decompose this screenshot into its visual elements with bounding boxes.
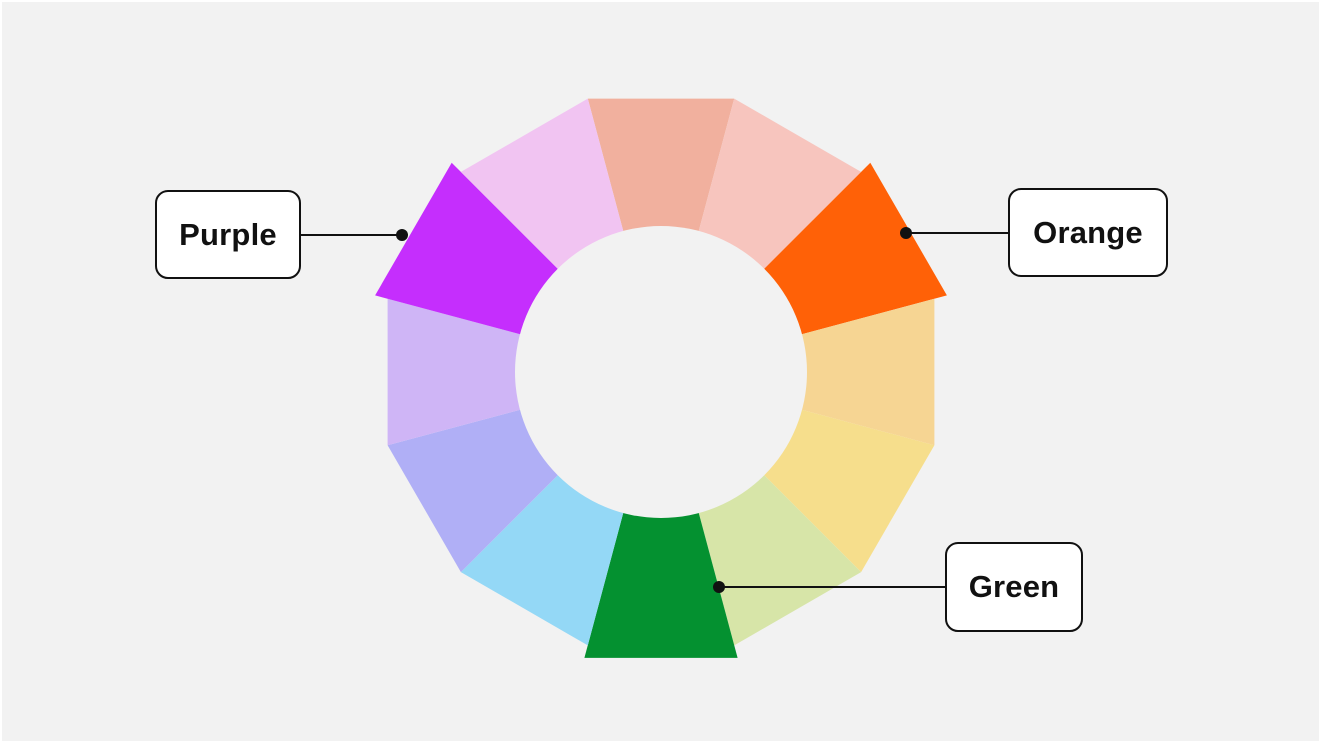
callout-line-purple xyxy=(301,229,408,241)
color-wheel-diagram xyxy=(301,98,1008,658)
callout-line-orange xyxy=(900,227,1008,239)
label-purple: Purple xyxy=(155,190,301,279)
label-orange: Orange xyxy=(1008,188,1168,277)
label-green: Green xyxy=(945,542,1083,632)
wheel-center-hole xyxy=(515,226,807,518)
